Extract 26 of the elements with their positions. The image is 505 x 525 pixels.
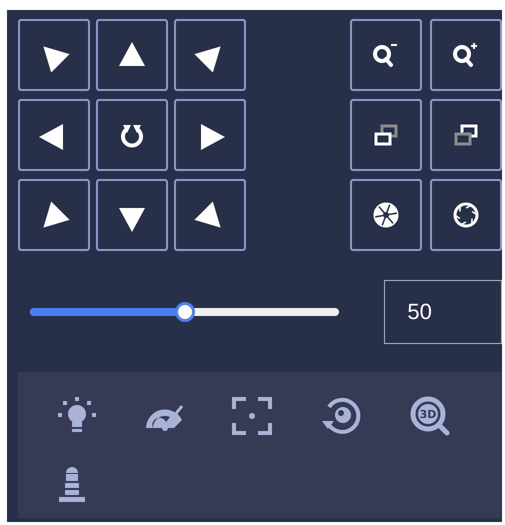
- windows-icon: [453, 123, 479, 147]
- direction-button[interactable]: [174, 179, 246, 251]
- speed-value-field[interactable]: 50: [384, 280, 502, 344]
- direction-button[interactable]: [18, 19, 90, 91]
- windows-icon: [373, 123, 399, 147]
- zoom-out-icon: [372, 42, 400, 68]
- direction-button[interactable]: [174, 19, 246, 91]
- focus-far-button[interactable]: [430, 99, 502, 171]
- direction-button[interactable]: [18, 179, 90, 251]
- iris-close-button[interactable]: [350, 179, 422, 251]
- direction-button[interactable]: [174, 99, 246, 171]
- direction-button[interactable]: [96, 179, 168, 251]
- zoom-3d-button[interactable]: 3D: [390, 382, 478, 450]
- aperture-icon: [452, 201, 480, 229]
- direction-button[interactable]: [96, 19, 168, 91]
- zoom-in-icon: [452, 42, 480, 68]
- auto-scan-button[interactable]: [96, 99, 168, 171]
- zoom-in-button[interactable]: [430, 19, 502, 91]
- direction-button[interactable]: [18, 99, 90, 171]
- slider-thumb[interactable]: [174, 302, 195, 322]
- aperture-icon: [372, 201, 400, 229]
- zoom-out-button[interactable]: [350, 19, 422, 91]
- focus-near-button[interactable]: [350, 99, 422, 171]
- focus-frame-icon: [232, 397, 272, 435]
- iris-open-button[interactable]: [430, 179, 502, 251]
- rotate-lens-icon: [320, 395, 362, 437]
